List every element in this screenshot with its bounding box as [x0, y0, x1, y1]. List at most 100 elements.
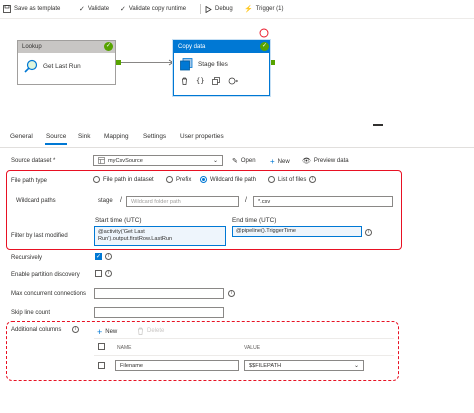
- preview-data-button[interactable]: 👁 Preview data: [302, 157, 349, 165]
- preview-data-label: Preview data: [313, 158, 349, 164]
- start-time-expression-line2: Run').output.firstRow.LastRun: [98, 236, 173, 242]
- copy-data-activity[interactable]: Copy data ✓ Stage files {}: [173, 40, 270, 96]
- name-column-header: NAME: [117, 345, 132, 351]
- new-label: New: [277, 158, 290, 165]
- skip-line-count-label: Skip line count: [11, 310, 51, 316]
- delete-column-label: Delete: [147, 328, 165, 334]
- source-dataset-select[interactable]: myCsvSource ⌄: [93, 155, 223, 166]
- info-icon: i: [309, 176, 317, 183]
- tab-sink[interactable]: Sink: [78, 133, 90, 140]
- radio-label: List of files: [278, 176, 307, 183]
- column-value: $$FILEPATH: [249, 362, 282, 369]
- radio-file-path-in-dataset[interactable]: File path in dataset: [93, 176, 154, 183]
- path-separator: /: [245, 197, 247, 204]
- radio-button[interactable]: [166, 176, 173, 183]
- copy-activity-header: Copy data: [174, 41, 269, 53]
- wildcard-file-name-input[interactable]: *.csv: [253, 196, 393, 207]
- properties-tabs: General Source Sink Mapping Settings Use…: [0, 127, 474, 147]
- pencil-icon: ✎: [232, 158, 238, 165]
- success-check-icon: ✓: [104, 42, 113, 51]
- tab-mapping[interactable]: Mapping: [104, 133, 129, 140]
- additional-columns-highlight: [6, 321, 399, 381]
- source-dataset-label: Source dataset *: [11, 158, 56, 164]
- start-time-label: Start time (UTC): [95, 217, 142, 224]
- add-output-icon[interactable]: [228, 77, 239, 85]
- start-time-input[interactable]: @activity('Get Last Run').output.firstRo…: [94, 226, 226, 246]
- partition-discovery-checkbox[interactable]: [95, 270, 102, 277]
- columns-header-divider: [94, 338, 394, 339]
- wildcard-paths-label: Wildcard paths: [16, 198, 56, 204]
- lookup-magnifier-icon: [24, 59, 38, 73]
- active-tab-indicator: [45, 143, 67, 145]
- dataset-icon: [98, 157, 105, 164]
- column-value-select[interactable]: $$FILEPATH ⌄: [244, 360, 364, 371]
- delete-column-button[interactable]: Delete: [137, 327, 164, 335]
- info-icon: i: [72, 326, 79, 333]
- wildcard-container: stage: [98, 198, 113, 204]
- add-column-button[interactable]: + New: [97, 327, 117, 337]
- radio-button-selected[interactable]: [200, 176, 207, 183]
- end-time-input[interactable]: @pipeline().TriggerTime: [232, 226, 362, 237]
- lookup-activity[interactable]: Lookup ✓ Get Last Run: [17, 40, 116, 85]
- start-time-expression-line1: @activity('Get Last: [98, 229, 145, 235]
- columns-row-divider: [94, 355, 394, 356]
- code-icon[interactable]: {}: [196, 77, 204, 85]
- success-check-icon: ✓: [260, 42, 269, 51]
- delete-icon[interactable]: [181, 77, 188, 85]
- new-dataset-button[interactable]: + New: [270, 157, 290, 166]
- tab-user-properties[interactable]: User properties: [180, 133, 224, 140]
- additional-columns-label: Additional columns: [11, 327, 62, 333]
- open-dataset-button[interactable]: ✎ Open: [232, 157, 256, 165]
- open-label: Open: [240, 158, 256, 164]
- radio-label: File path in dataset: [103, 176, 154, 183]
- radio-button[interactable]: [93, 176, 100, 183]
- info-icon: i: [228, 290, 235, 297]
- max-concurrent-connections-label: Max concurrent connections: [11, 291, 87, 297]
- radio-wildcard-file-path[interactable]: Wildcard file path: [200, 176, 256, 183]
- recursively-label: Recursively: [11, 255, 43, 261]
- tab-settings[interactable]: Settings: [143, 133, 166, 140]
- column-name-input[interactable]: Filename: [115, 360, 239, 371]
- wildcard-folder-path-input[interactable]: Wildcard folder path: [126, 196, 239, 207]
- panel-resize-handle[interactable]: [373, 124, 383, 126]
- tabs-divider: [0, 147, 474, 148]
- copy-activity-name: Stage files: [198, 61, 228, 68]
- source-dataset-value: myCsvSource: [108, 157, 143, 164]
- clone-icon[interactable]: [212, 77, 221, 85]
- select-all-checkbox[interactable]: [98, 343, 105, 350]
- new-column-label: New: [105, 329, 118, 335]
- radio-button[interactable]: [268, 176, 275, 183]
- tab-source[interactable]: Source: [46, 133, 66, 140]
- wildcard-file-value: *.csv: [258, 198, 271, 205]
- file-path-type-label: File path type: [11, 178, 48, 184]
- path-separator: /: [120, 197, 122, 204]
- column-name-value: Filename: [120, 362, 144, 369]
- value-column-header: VALUE: [244, 345, 261, 351]
- success-output-port: [116, 60, 121, 65]
- copy-data-icon: [180, 58, 193, 71]
- radio-list-of-files[interactable]: List of files i: [268, 176, 317, 183]
- end-time-label: End time (UTC): [232, 217, 277, 224]
- radio-label: Prefix: [176, 176, 192, 183]
- preview-eye-icon: 👁: [302, 158, 311, 165]
- tab-general[interactable]: General: [10, 133, 33, 140]
- skip-line-count-input[interactable]: [94, 307, 224, 318]
- recursively-checkbox[interactable]: ✓: [95, 253, 102, 260]
- lookup-activity-header: Lookup: [18, 41, 115, 53]
- chevron-down-icon: ⌄: [353, 363, 359, 369]
- info-icon: i: [365, 229, 372, 236]
- lookup-activity-type: Lookup: [22, 44, 42, 50]
- info-icon: i: [105, 253, 112, 260]
- filter-by-last-modified-label: Filter by last modified: [11, 233, 68, 239]
- chevron-down-icon: ⌄: [212, 158, 218, 164]
- info-icon: i: [105, 270, 112, 277]
- row-checkbox[interactable]: [98, 362, 105, 369]
- plus-icon: +: [270, 157, 275, 166]
- copy-activity-type: Copy data: [178, 44, 206, 50]
- partition-discovery-label: Enable partition discovery: [11, 272, 80, 278]
- plus-icon: +: [97, 327, 103, 337]
- radio-prefix[interactable]: Prefix: [166, 176, 191, 183]
- max-concurrent-connections-input[interactable]: [94, 288, 224, 299]
- wildcard-folder-placeholder: Wildcard folder path: [131, 198, 181, 205]
- lookup-activity-name: Get Last Run: [43, 62, 81, 70]
